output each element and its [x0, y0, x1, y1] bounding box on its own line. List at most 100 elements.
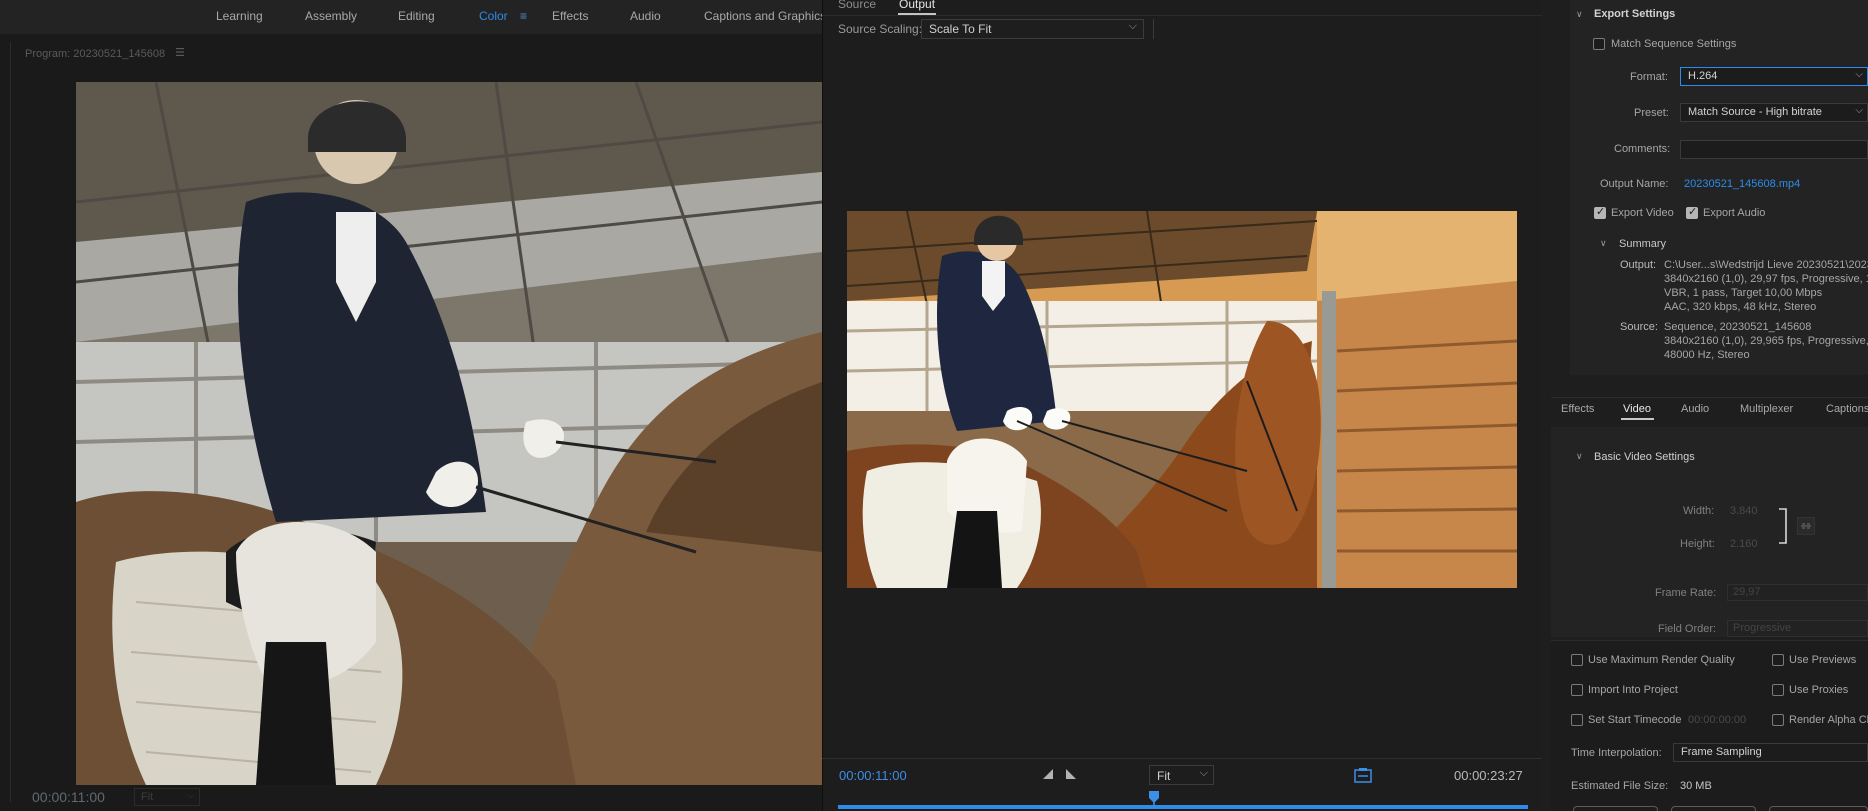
- use-proxies-label: Use Proxies: [1789, 684, 1849, 696]
- tab-captions[interactable]: Captions: [1826, 403, 1868, 415]
- export-timeline-scrubber[interactable]: [838, 805, 1528, 809]
- export-video-label: Export Video: [1611, 207, 1674, 219]
- export-audio-label: Export Audio: [1703, 207, 1766, 219]
- export-button[interactable]: [1769, 806, 1868, 811]
- export-settings-title: Export Settings: [1594, 8, 1676, 20]
- summary-source-line: 48000 Hz, Stereo: [1664, 349, 1750, 361]
- output-zoom-select[interactable]: Fit ⌵: [1149, 765, 1214, 785]
- workspace-tab-audio[interactable]: Audio: [630, 9, 661, 23]
- tab-video[interactable]: Video: [1623, 403, 1651, 415]
- use-previews-checkbox[interactable]: [1772, 654, 1784, 666]
- summary-title: Summary: [1619, 238, 1667, 250]
- width-label: Width:: [1683, 505, 1715, 517]
- aspect-ratio-correction-icon[interactable]: [1354, 767, 1372, 784]
- active-tab-indicator: [1621, 418, 1654, 420]
- mark-in-icon[interactable]: [1042, 768, 1054, 780]
- link-chain-icon[interactable]: [1797, 517, 1815, 535]
- import-into-project-checkbox[interactable]: [1571, 684, 1583, 696]
- width-value: 3.840: [1730, 505, 1758, 517]
- output-name-link[interactable]: 20230521_145608.mp4: [1684, 178, 1800, 190]
- source-scaling-label: Source Scaling:: [838, 22, 923, 36]
- divider: [822, 15, 1542, 16]
- source-scaling-select[interactable]: Scale To Fit ⌵: [921, 19, 1144, 39]
- program-monitor-title[interactable]: Program: 20230521_145608: [25, 48, 165, 60]
- render-alpha-label: Render Alpha Ch: [1789, 714, 1868, 726]
- preset-label: Preset:: [1634, 107, 1669, 119]
- comments-label: Comments:: [1614, 143, 1671, 155]
- summary-output-line: C:\User...s\Wedstrijd Lieve 20230521\202…: [1664, 259, 1868, 271]
- format-select[interactable]: H.264 ⌵: [1680, 67, 1868, 86]
- tab-effects[interactable]: Effects: [1561, 403, 1594, 415]
- collapse-triangle-icon[interactable]: ∨: [1576, 9, 1583, 20]
- collapse-triangle-icon[interactable]: ∨: [1576, 451, 1583, 462]
- frame-rate-select[interactable]: 29,97: [1727, 584, 1868, 601]
- field-order-label: Field Order:: [1658, 623, 1717, 635]
- field-order-value: Progressive: [1733, 622, 1792, 634]
- workspace-tab-editing[interactable]: Editing: [398, 9, 435, 23]
- workspace-tab-effects[interactable]: Effects: [552, 9, 588, 23]
- program-timecode[interactable]: 00:00:11:00: [32, 789, 105, 805]
- summary-source-line: 3840x2160 (1,0), 29,965 fps, Progressive…: [1664, 335, 1868, 347]
- export-audio-checkbox[interactable]: [1686, 205, 1698, 219]
- program-zoom-value: Fit: [141, 791, 154, 803]
- workspace-tab-learning[interactable]: Learning: [216, 9, 263, 23]
- match-sequence-label: Match Sequence Settings: [1611, 38, 1737, 50]
- time-interpolation-value: Frame Sampling: [1681, 746, 1762, 758]
- format-value: H.264: [1688, 70, 1718, 82]
- preset-select[interactable]: Match Source - High bitrate ⌵: [1680, 103, 1868, 122]
- summary-source-label: Source:: [1620, 321, 1658, 333]
- time-interpolation-select[interactable]: Frame Sampling: [1673, 743, 1868, 762]
- metadata-button[interactable]: [1573, 806, 1658, 811]
- active-tab-indicator: [898, 13, 936, 15]
- height-value: 2.160: [1730, 538, 1758, 550]
- output-current-timecode[interactable]: 00:00:11:00: [839, 768, 907, 783]
- collapse-triangle-icon[interactable]: ∨: [1600, 238, 1607, 249]
- divider: [822, 758, 1542, 759]
- summary-output-line: 3840x2160 (1,0), 29,97 fps, Progressive,…: [1664, 273, 1868, 285]
- preset-value: Match Source - High bitrate: [1688, 106, 1822, 118]
- export-video-checkbox[interactable]: [1594, 205, 1606, 219]
- tab-audio[interactable]: Audio: [1681, 403, 1709, 415]
- program-zoom-select[interactable]: Fit ⌵: [134, 788, 200, 806]
- workspace-tab-captions-graphics[interactable]: Captions and Graphics: [704, 9, 826, 23]
- use-previews-label: Use Previews: [1789, 654, 1857, 666]
- render-alpha-checkbox[interactable]: [1772, 714, 1784, 726]
- chevron-down-icon: ⌵: [1128, 20, 1137, 32]
- output-name-label: Output Name:: [1600, 178, 1669, 190]
- workspace-menu-icon[interactable]: ≡: [520, 9, 527, 23]
- summary-output-line: VBR, 1 pass, Target 10,00 Mbps: [1664, 287, 1823, 299]
- format-label: Format:: [1630, 71, 1668, 83]
- queue-button[interactable]: [1671, 806, 1756, 811]
- playhead-icon[interactable]: [1148, 790, 1160, 808]
- source-scaling-value: Scale To Fit: [929, 22, 992, 36]
- tab-source[interactable]: Source: [838, 0, 876, 11]
- use-proxies-checkbox[interactable]: [1772, 684, 1784, 696]
- chevron-down-icon: ⌵: [187, 790, 194, 800]
- mark-out-icon[interactable]: [1065, 768, 1077, 780]
- output-duration: 00:00:23:27: [1454, 768, 1523, 783]
- workspace-tab-color[interactable]: Color: [479, 9, 508, 23]
- field-order-select[interactable]: Progressive: [1727, 620, 1868, 637]
- tab-output[interactable]: Output: [899, 0, 935, 11]
- match-sequence-checkbox[interactable]: [1593, 38, 1605, 50]
- link-bracket-icon: [1779, 508, 1787, 544]
- frame-rate-label: Frame Rate:: [1655, 587, 1717, 599]
- chevron-down-icon: ⌵: [1199, 767, 1208, 779]
- workspace-tab-assembly[interactable]: Assembly: [305, 9, 357, 23]
- chevron-down-icon: ⌵: [1855, 69, 1863, 80]
- set-start-timecode-checkbox[interactable]: [1571, 714, 1583, 726]
- panel-menu-icon[interactable]: [175, 46, 185, 58]
- time-interpolation-label: Time Interpolation:: [1571, 747, 1662, 759]
- set-start-timecode-label: Set Start Timecode: [1588, 714, 1682, 726]
- tab-multiplexer[interactable]: Multiplexer: [1740, 403, 1793, 415]
- workspace-bar: Learning Assembly Editing Color ≡ Effect…: [0, 0, 826, 34]
- output-video-frame: [847, 211, 1517, 588]
- max-render-quality-label: Use Maximum Render Quality: [1588, 654, 1735, 666]
- estimated-file-size-value: 30 MB: [1680, 780, 1712, 792]
- summary-output-line: AAC, 320 kbps, 48 kHz, Stereo: [1664, 301, 1817, 313]
- max-render-quality-checkbox[interactable]: [1571, 654, 1583, 666]
- start-timecode-value[interactable]: 00:00:00:00: [1688, 714, 1746, 726]
- import-into-project-label: Import Into Project: [1588, 684, 1678, 696]
- comments-input[interactable]: [1680, 140, 1868, 159]
- basic-video-title: Basic Video Settings: [1594, 451, 1695, 463]
